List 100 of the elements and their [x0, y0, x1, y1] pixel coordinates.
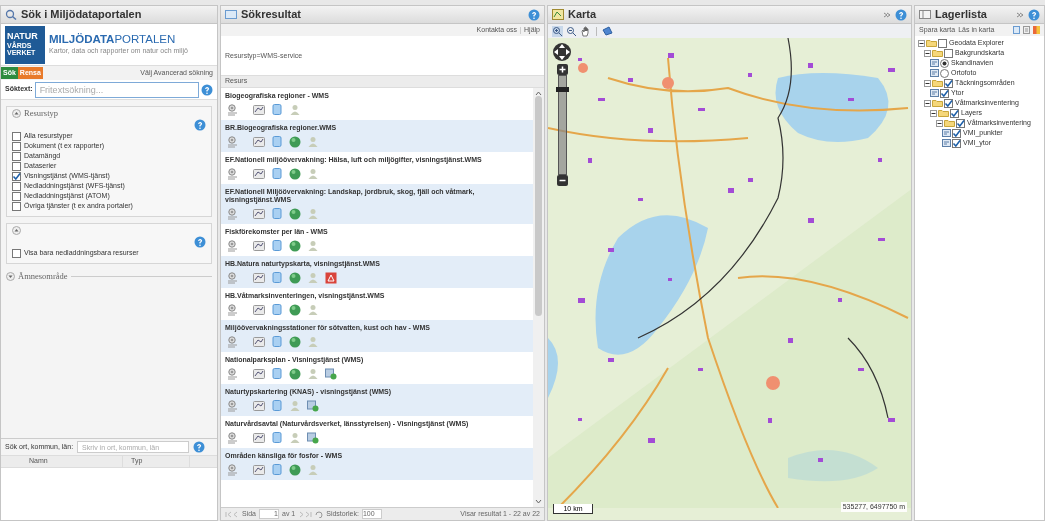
help-icon[interactable]: [193, 441, 206, 453]
map-icon[interactable]: [253, 136, 265, 148]
scroll-up-icon[interactable]: [535, 91, 542, 96]
checkbox[interactable]: [940, 88, 949, 98]
certificate-icon[interactable]: [227, 272, 239, 284]
zoom-out-button[interactable]: [556, 175, 568, 186]
help-icon[interactable]: [1028, 8, 1040, 21]
person-icon[interactable]: [307, 304, 319, 316]
certificate-icon[interactable]: [227, 104, 239, 116]
checkbox[interactable]: [12, 141, 21, 151]
map-icon[interactable]: [253, 464, 265, 476]
document-icon[interactable]: [271, 368, 283, 380]
scroll-down-icon[interactable]: [535, 499, 542, 504]
person-icon[interactable]: [307, 168, 319, 180]
checkbox[interactable]: [950, 108, 959, 118]
help-icon[interactable]: [194, 119, 206, 131]
collapse-icon[interactable]: [883, 10, 891, 19]
document-icon[interactable]: [271, 336, 283, 348]
zoom-out-icon[interactable]: [566, 25, 577, 37]
certificate-icon[interactable]: [227, 208, 239, 220]
document-icon[interactable]: [271, 136, 283, 148]
collapse-toggle[interactable]: [12, 108, 21, 118]
checkbox[interactable]: [956, 118, 965, 128]
expand-toggle[interactable]: [930, 109, 937, 117]
expand-toggle[interactable]: [936, 119, 943, 127]
document-icon[interactable]: [271, 168, 283, 180]
pan-control-icon[interactable]: [552, 42, 572, 62]
checkbox[interactable]: [12, 151, 21, 161]
help-icon[interactable]: [895, 8, 907, 21]
globe-icon[interactable]: [289, 464, 301, 476]
add-layer-icon[interactable]: [307, 432, 319, 444]
expand-toggle[interactable]: [924, 49, 931, 57]
certificate-icon[interactable]: [227, 400, 239, 412]
list-icon[interactable]: [1023, 26, 1030, 34]
document-icon[interactable]: [271, 272, 283, 284]
map-icon[interactable]: [253, 168, 265, 180]
map-icon[interactable]: [253, 432, 265, 444]
checkbox[interactable]: [952, 138, 961, 148]
document-icon[interactable]: [271, 432, 283, 444]
expand-toggle[interactable]: [924, 99, 931, 107]
document-icon[interactable]: [271, 104, 283, 116]
certificate-icon[interactable]: [227, 168, 239, 180]
palette-icon[interactable]: [1033, 26, 1040, 34]
help-icon[interactable]: [194, 236, 206, 248]
checkbox[interactable]: [944, 48, 953, 58]
expand-toggle[interactable]: [924, 79, 931, 87]
polygon-icon[interactable]: [602, 25, 613, 37]
certificate-icon[interactable]: [227, 368, 239, 380]
person-icon[interactable]: [307, 240, 319, 252]
collapse-toggle[interactable]: [6, 271, 15, 281]
person-icon[interactable]: [289, 104, 301, 116]
zoom-slider-thumb[interactable]: [555, 87, 569, 93]
certificate-icon[interactable]: [227, 240, 239, 252]
collapse-icon[interactable]: [1016, 10, 1024, 19]
checkbox[interactable]: [944, 78, 953, 88]
map-icon[interactable]: [253, 240, 265, 252]
zoom-in-icon[interactable]: [552, 25, 563, 37]
certificate-icon[interactable]: [227, 464, 239, 476]
map-icon[interactable]: [253, 400, 265, 412]
document-icon[interactable]: [271, 464, 283, 476]
globe-icon[interactable]: [289, 208, 301, 220]
checkbox[interactable]: [952, 128, 961, 138]
document-icon[interactable]: [271, 240, 283, 252]
certificate-icon[interactable]: [227, 304, 239, 316]
globe-icon[interactable]: [289, 272, 301, 284]
globe-icon[interactable]: [289, 304, 301, 316]
document-icon[interactable]: [271, 304, 283, 316]
page-icon[interactable]: [1013, 26, 1020, 34]
checkbox[interactable]: [12, 131, 21, 141]
map-icon[interactable]: [253, 272, 265, 284]
map-icon[interactable]: [253, 368, 265, 380]
certificate-icon[interactable]: [227, 136, 239, 148]
globe-icon[interactable]: [289, 168, 301, 180]
add-layer-icon[interactable]: [325, 368, 337, 380]
help-icon[interactable]: [528, 8, 540, 21]
certificate-icon[interactable]: [227, 336, 239, 348]
document-icon[interactable]: [271, 400, 283, 412]
zoom-in-button[interactable]: [556, 64, 568, 75]
hand-icon[interactable]: [580, 25, 591, 37]
checkbox[interactable]: [12, 171, 21, 181]
certificate-icon[interactable]: [227, 432, 239, 444]
help-icon[interactable]: [201, 83, 213, 96]
expand-toggle[interactable]: [918, 39, 925, 47]
globe-icon[interactable]: [289, 240, 301, 252]
checkbox[interactable]: [12, 161, 21, 171]
radio-button[interactable]: [940, 68, 949, 78]
checkbox[interactable]: [944, 98, 953, 108]
search-field[interactable]: Fritextsökning...: [34, 81, 199, 98]
zoom-slider[interactable]: [557, 75, 567, 175]
map-icon[interactable]: [253, 208, 265, 220]
checkbox[interactable]: [12, 181, 21, 191]
collapse-toggle[interactable]: [12, 225, 21, 235]
map-icon[interactable]: [253, 104, 265, 116]
checkbox[interactable]: [12, 248, 21, 258]
scrollbar-thumb[interactable]: [535, 96, 542, 316]
globe-icon[interactable]: [289, 368, 301, 380]
radio-button[interactable]: [940, 58, 949, 68]
refresh-icon[interactable]: [315, 510, 324, 518]
person-icon[interactable]: [307, 368, 319, 380]
person-icon[interactable]: [289, 432, 301, 444]
